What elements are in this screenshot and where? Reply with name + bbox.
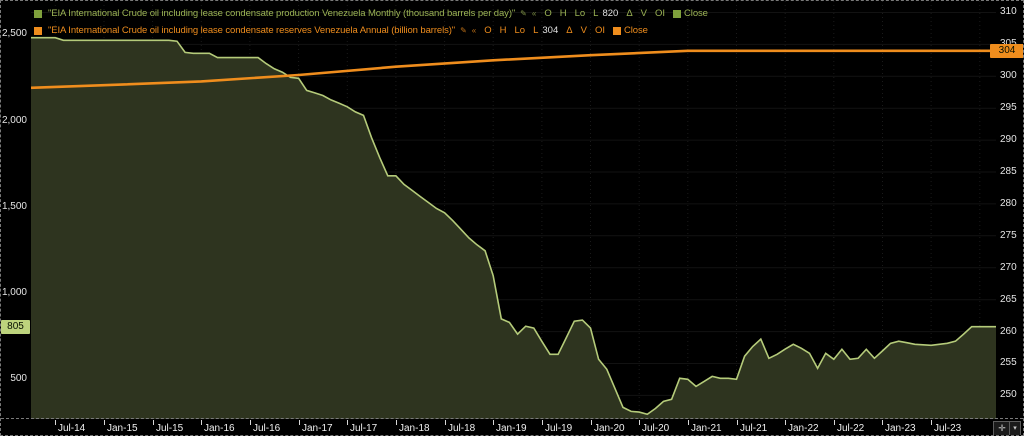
chart-panel: "EIA International Crude oil including l… bbox=[0, 0, 1024, 436]
right-axis-tick-label: 270 bbox=[1000, 262, 1017, 274]
time-axis-tickmark bbox=[882, 420, 883, 425]
left-axis-tick-label: 2,500 bbox=[1, 28, 27, 40]
right-axis-tick-label: 250 bbox=[1000, 389, 1017, 401]
time-axis-tick-label: Jul-23 bbox=[934, 423, 961, 434]
time-axis-tick-label: Jan-22 bbox=[788, 423, 819, 434]
last-label: L bbox=[593, 8, 598, 19]
time-axis-tick-label: Jul-15 bbox=[156, 423, 183, 434]
open-label: O bbox=[544, 8, 551, 19]
time-axis-tick-label: Jul-16 bbox=[253, 423, 280, 434]
time-axis-tick-label: Jan-20 bbox=[594, 423, 625, 434]
pane-divider bbox=[1, 418, 1023, 419]
time-axis-tickmark bbox=[347, 420, 348, 425]
collapse-icon[interactable]: « bbox=[532, 9, 536, 18]
legend: "EIA International Crude oil including l… bbox=[34, 5, 708, 39]
time-axis-tickmark bbox=[104, 420, 105, 425]
last-value: 304 bbox=[542, 25, 558, 36]
close-label: Close bbox=[684, 8, 708, 19]
time-axis-tick-label: Jan-19 bbox=[496, 423, 527, 434]
time-axis-tick-label: Jul-17 bbox=[350, 423, 377, 434]
low-label: Lo bbox=[575, 8, 586, 19]
time-axis-tickmark bbox=[591, 420, 592, 425]
time-axis-tickmark bbox=[396, 420, 397, 425]
time-axis-tickmark bbox=[445, 420, 446, 425]
time-axis-tickmark bbox=[201, 420, 202, 425]
time-axis-tickmark bbox=[55, 420, 56, 425]
reserves-series-title: "EIA International Crude oil including l… bbox=[48, 25, 455, 36]
production-area bbox=[31, 38, 996, 419]
edit-icon[interactable]: ✎ bbox=[520, 9, 527, 18]
change-label: Δ bbox=[566, 25, 572, 36]
legend-item-production[interactable]: "EIA International Crude oil including l… bbox=[34, 5, 708, 22]
time-axis-tickmark bbox=[785, 420, 786, 425]
axis-dropdown-button[interactable]: ▾ bbox=[1010, 422, 1020, 435]
time-axis-tick-label: Jul-19 bbox=[545, 423, 572, 434]
right-axis-tick-label: 275 bbox=[1000, 230, 1017, 242]
right-axis-tick-label: 260 bbox=[1000, 326, 1017, 338]
time-axis-tickmark bbox=[639, 420, 640, 425]
time-axis-tick-label: Jul-22 bbox=[837, 423, 864, 434]
left-axis-tick-label: 2,000 bbox=[1, 115, 27, 127]
volume-label: V bbox=[581, 25, 587, 36]
time-axis-tick-label: Jan-18 bbox=[399, 423, 430, 434]
right-axis-tick-label: 300 bbox=[1000, 70, 1017, 82]
collapse-icon[interactable]: « bbox=[472, 26, 476, 35]
right-axis-tick-label: 310 bbox=[1000, 6, 1017, 18]
right-axis-tick-label: 255 bbox=[1000, 357, 1017, 369]
plot-area[interactable] bbox=[1, 1, 1024, 419]
volume-label: V bbox=[641, 8, 647, 19]
left-axis-tick-label: 1,500 bbox=[1, 201, 27, 213]
time-axis-tick-label: Jan-15 bbox=[107, 423, 138, 434]
right-axis-tick-label: 295 bbox=[1000, 102, 1017, 114]
time-axis-tick-label: Jul-21 bbox=[740, 423, 767, 434]
open-label: O bbox=[484, 25, 491, 36]
time-axis-tickmark bbox=[737, 420, 738, 425]
last-value: 820 bbox=[602, 8, 618, 19]
time-axis-tick-label: Jan-17 bbox=[302, 423, 333, 434]
left-axis-tick-label: 1,000 bbox=[1, 287, 27, 299]
time-axis-tickmark bbox=[250, 420, 251, 425]
time-axis-tick-label: Jul-20 bbox=[642, 423, 669, 434]
time-axis[interactable]: Jul-14 Jan-15 Jul-15 Jan-16 Jul-16 Jan-17 Jul-… bbox=[1, 420, 1023, 436]
time-axis-tick-label: Jul-14 bbox=[58, 423, 85, 434]
right-axis-tick-label: 290 bbox=[1000, 134, 1017, 146]
time-axis-tick-label: Jan-16 bbox=[204, 423, 235, 434]
time-axis-tickmark bbox=[688, 420, 689, 425]
time-axis-tick-label: Jan-21 bbox=[691, 423, 722, 434]
last-label: L bbox=[533, 25, 538, 36]
axis-settings-button[interactable]: ✛ bbox=[994, 422, 1010, 435]
right-axis-tick-label: 265 bbox=[1000, 294, 1017, 306]
reserves-last-value-badge: 304 bbox=[990, 44, 1024, 58]
time-axis-tick-label: Jul-18 bbox=[448, 423, 475, 434]
close-swatch-icon bbox=[613, 27, 621, 35]
time-axis-tickmark bbox=[493, 420, 494, 425]
axis-tools: ✛ ▾ bbox=[993, 421, 1021, 436]
production-swatch-icon bbox=[34, 10, 42, 18]
reserves-swatch-icon bbox=[34, 27, 42, 35]
low-label: Lo bbox=[515, 25, 526, 36]
high-label: H bbox=[500, 25, 507, 36]
right-axis-tick-label: 280 bbox=[1000, 198, 1017, 210]
time-axis-tickmark bbox=[542, 420, 543, 425]
time-axis-tickmark bbox=[931, 420, 932, 425]
time-axis-tick-label: Jan-23 bbox=[885, 423, 916, 434]
close-swatch-icon bbox=[673, 10, 681, 18]
time-axis-tickmark bbox=[299, 420, 300, 425]
change-label: Δ bbox=[626, 8, 632, 19]
edit-icon[interactable]: ✎ bbox=[460, 26, 467, 35]
left-axis-tick-label: 500 bbox=[1, 373, 27, 385]
time-axis-tickmark bbox=[834, 420, 835, 425]
production-series-title: "EIA International Crude oil including l… bbox=[48, 8, 515, 19]
open-interest-label: OI bbox=[655, 8, 665, 19]
time-axis-tickmark bbox=[153, 420, 154, 425]
close-label: Close bbox=[624, 25, 648, 36]
production-last-value-badge: 805 bbox=[1, 320, 30, 334]
open-interest-label: OI bbox=[595, 25, 605, 36]
right-axis-tick-label: 285 bbox=[1000, 166, 1017, 178]
high-label: H bbox=[560, 8, 567, 19]
legend-item-reserves[interactable]: "EIA International Crude oil including l… bbox=[34, 22, 708, 39]
